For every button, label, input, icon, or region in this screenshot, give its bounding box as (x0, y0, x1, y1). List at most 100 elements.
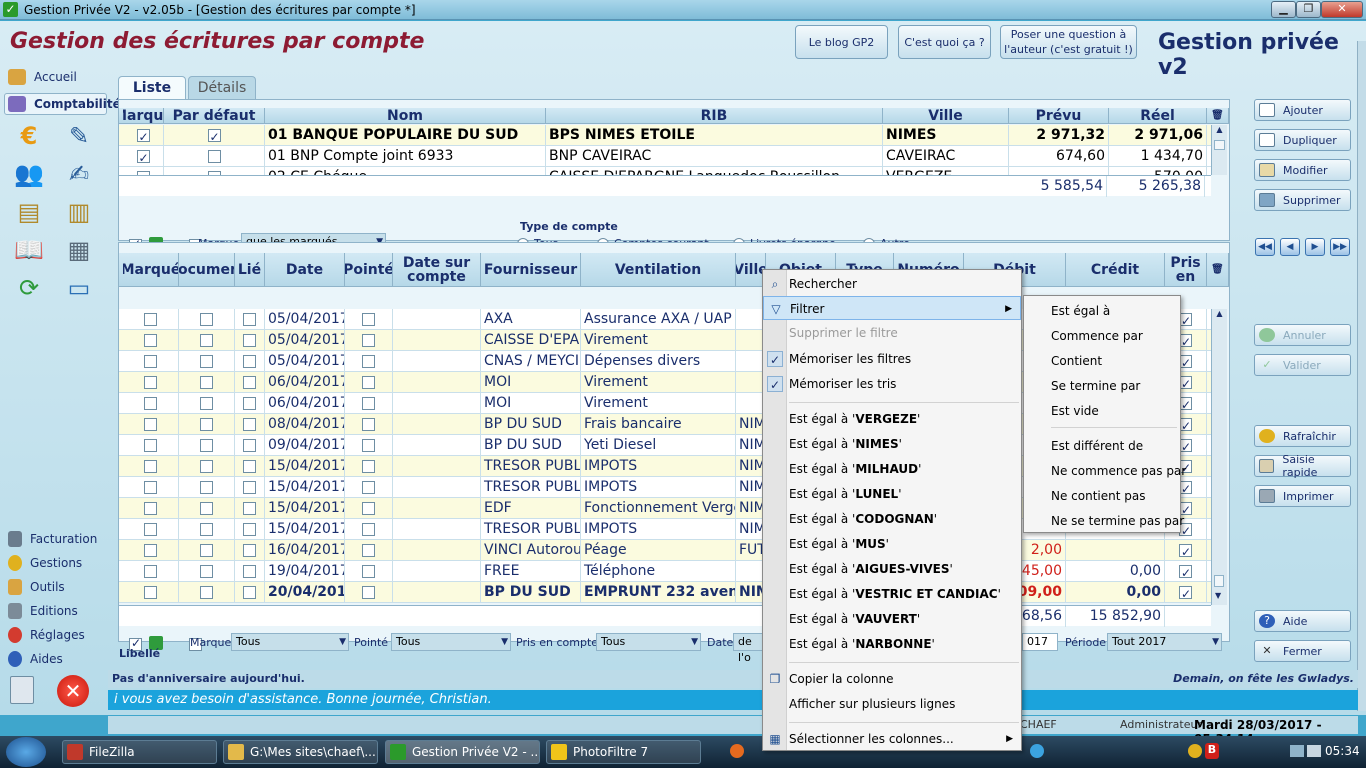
col-rib[interactable]: RIB (546, 108, 883, 123)
trash-icon[interactable]: 🗑 (1207, 253, 1229, 286)
write-book-icon[interactable]: ✍ (62, 157, 96, 191)
entry-pointe-checkbox[interactable] (362, 438, 375, 452)
entry-lie-checkbox[interactable] (243, 312, 256, 326)
last-record-button[interactable]: ▶▶ (1330, 238, 1350, 256)
date-end-field[interactable]: 017 (1022, 633, 1058, 651)
tab-details[interactable]: Détails (188, 76, 256, 100)
menu-rechercher[interactable]: ⌕ Rechercher (763, 272, 1021, 296)
calculator-icon[interactable] (10, 676, 34, 704)
entry-marque-checkbox[interactable] (144, 459, 157, 473)
card-icon[interactable]: ▭ (62, 271, 96, 305)
menu-copier-colonne[interactable]: ❐ Copier la colonne (763, 667, 1021, 691)
entry-pris-checkbox[interactable] (1179, 563, 1192, 582)
entry-lie-checkbox[interactable] (243, 375, 256, 389)
tray-icon[interactable] (1188, 744, 1202, 758)
menu-est-egal-value[interactable]: Est égal à 'VERGEZE' (763, 407, 1021, 431)
entry-document-checkbox[interactable] (200, 522, 213, 536)
menu-est-egal-value[interactable]: Est égal à 'LUNEL' (763, 482, 1021, 506)
account-marque-checkbox[interactable] (136, 148, 150, 167)
col-fournisseur[interactable]: Fournisseur (481, 253, 581, 286)
entry-marque-checkbox[interactable] (144, 417, 157, 431)
account-defaut-checkbox[interactable] (207, 149, 221, 163)
entry-pointe-checkbox[interactable] (362, 543, 375, 557)
add-button[interactable]: Ajouter (1254, 99, 1351, 121)
refresh-arrows-icon[interactable]: ⟳ (12, 271, 46, 305)
scroll-thumb[interactable] (1214, 140, 1225, 150)
scroll-up-icon[interactable]: ▲ (1212, 309, 1227, 318)
account-row[interactable]: 01 BANQUE POPULAIRE DU SUDBPS NIMES ETOI… (119, 125, 1211, 146)
account-defaut-checkbox[interactable] (207, 127, 221, 146)
delete-button[interactable]: Supprimer (1254, 189, 1351, 211)
date-select[interactable]: de l'o (733, 633, 763, 664)
nav-item-comptabilite[interactable]: Comptabilité (8, 94, 121, 114)
users-icon[interactable]: 👥 (12, 157, 46, 191)
pointe-select[interactable]: Tous ▼ (391, 633, 511, 651)
taskbar-explorer[interactable]: G:\Mes sites\chaef\... (223, 740, 378, 764)
entry-pointe-checkbox[interactable] (362, 354, 375, 368)
validate-button[interactable]: ✓ Valider (1254, 354, 1351, 376)
entry-marque-checkbox[interactable] (144, 312, 157, 326)
entry-marque-checkbox[interactable] (144, 522, 157, 536)
submenu-contient[interactable]: Contient (1024, 349, 1180, 373)
close-button[interactable]: ✕ Fermer (1254, 640, 1351, 662)
nav-item-accueil[interactable]: Accueil (8, 67, 77, 87)
menu-est-egal-value[interactable]: Est égal à 'MUS' (763, 532, 1021, 556)
col-par-defaut[interactable]: Par défaut (164, 108, 265, 123)
entry-marque-checkbox[interactable] (144, 564, 157, 578)
binder-icon[interactable]: ▥ (62, 195, 96, 229)
entry-marque-checkbox[interactable] (144, 354, 157, 368)
nav-item-facturation[interactable]: Facturation (8, 529, 97, 549)
entry-marque-checkbox[interactable] (144, 543, 157, 557)
window-scrollbar[interactable] (1357, 41, 1366, 711)
entry-marque-checkbox[interactable] (144, 438, 157, 452)
entries-scrollbar[interactable]: ▲ ▼ (1211, 309, 1227, 605)
euro-icon[interactable]: € (12, 119, 46, 153)
entry-pointe-checkbox[interactable] (362, 333, 375, 347)
col-nom[interactable]: Nom (265, 108, 546, 123)
first-record-button[interactable]: ◀◀ (1255, 238, 1275, 256)
col-pris-en[interactable]: Pris en (1165, 253, 1207, 286)
nav-item-reglages[interactable]: Réglages (8, 625, 85, 645)
menu-est-egal-value[interactable]: Est égal à 'NARBONNE' (763, 632, 1021, 656)
ask-author-button[interactable]: Poser une question à l'auteur (c'est gra… (1000, 25, 1137, 59)
entry-document-checkbox[interactable] (200, 438, 213, 452)
entry-document-checkbox[interactable] (200, 480, 213, 494)
document-icon[interactable]: ▤ (12, 195, 46, 229)
entry-pointe-checkbox[interactable] (362, 417, 375, 431)
nav-item-aides[interactable]: Aides (8, 649, 63, 669)
entry-marque-checkbox[interactable] (144, 480, 157, 494)
col-document[interactable]: Document (179, 253, 235, 286)
entry-marque-checkbox[interactable] (144, 375, 157, 389)
entry-marque-checkbox[interactable] (144, 501, 157, 515)
account-marque-checkbox[interactable] (136, 127, 150, 146)
entry-document-checkbox[interactable] (200, 312, 213, 326)
trash-icon[interactable]: 🗑 (1207, 108, 1229, 123)
accounts-scrollbar[interactable]: ▲ (1211, 125, 1227, 175)
menu-est-egal-value[interactable]: Est égal à 'AIGUES-VIVES' (763, 557, 1021, 581)
entry-pointe-checkbox[interactable] (362, 585, 375, 599)
entry-lie-checkbox[interactable] (243, 438, 256, 452)
entry-document-checkbox[interactable] (200, 585, 213, 599)
entry-document-checkbox[interactable] (200, 417, 213, 431)
table-row[interactable]: 20/04/2017BP DU SUDEMPRUNT 232 avenueNIM… (119, 582, 1211, 603)
network-icon[interactable] (1290, 745, 1304, 757)
menu-memoriser-filtres[interactable]: ✓ Mémoriser les filtres (763, 347, 1021, 371)
col-ventilation[interactable]: Ventilation (581, 253, 736, 286)
close-window-button[interactable]: ✕ (1321, 1, 1363, 18)
entry-marque-checkbox[interactable] (144, 396, 157, 410)
firefox-icon[interactable] (730, 744, 744, 758)
submenu-est-egal[interactable]: Est égal à (1024, 299, 1180, 323)
col-marque[interactable]: Marqué (123, 253, 179, 286)
antivirus-icon[interactable]: B (1205, 743, 1219, 759)
previous-record-button[interactable]: ◀ (1280, 238, 1300, 256)
col-prevu[interactable]: Prévu (1009, 108, 1109, 123)
entry-marque-checkbox[interactable] (144, 333, 157, 347)
entry-lie-checkbox[interactable] (243, 480, 256, 494)
entry-lie-checkbox[interactable] (243, 585, 256, 599)
col-pointe[interactable]: Pointé (345, 253, 393, 286)
entry-document-checkbox[interactable] (200, 501, 213, 515)
menu-est-egal-value[interactable]: Est égal à 'CODOGNAN' (763, 507, 1021, 531)
entry-document-checkbox[interactable] (200, 396, 213, 410)
nav-item-editions[interactable]: Editions (8, 601, 78, 621)
nav-item-gestions[interactable]: Gestions (8, 553, 82, 573)
